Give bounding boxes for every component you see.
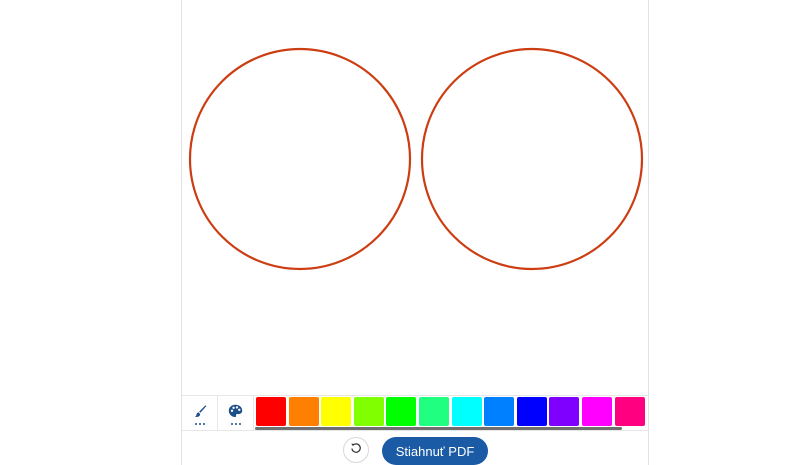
color-toolbar — [182, 395, 648, 431]
color-swatch[interactable] — [288, 397, 319, 426]
reset-button[interactable] — [343, 437, 369, 463]
right-circle[interactable] — [420, 47, 644, 271]
more-dots — [194, 423, 205, 425]
brush-tool-button[interactable] — [182, 396, 218, 430]
color-swatch[interactable] — [581, 397, 612, 426]
canvas-svg[interactable] — [182, 0, 648, 395]
color-swatch[interactable] — [614, 397, 645, 426]
color-swatch[interactable] — [418, 397, 449, 426]
color-swatch[interactable] — [549, 397, 580, 426]
left-circle[interactable] — [188, 47, 412, 271]
color-swatch[interactable] — [516, 397, 547, 426]
reset-icon — [350, 441, 362, 459]
coloring-page: Stiahnuť PDF — [181, 0, 649, 465]
drawing-canvas[interactable] — [182, 0, 648, 395]
paintbrush-icon — [193, 404, 207, 423]
color-swatch[interactable] — [484, 397, 515, 426]
color-swatch[interactable] — [386, 397, 417, 426]
palette-icon — [228, 404, 243, 423]
color-swatch[interactable] — [321, 397, 352, 426]
color-swatch[interactable] — [256, 397, 286, 426]
color-swatch-list — [256, 397, 645, 427]
download-pdf-button[interactable]: Stiahnuť PDF — [382, 437, 488, 465]
more-dots — [230, 423, 241, 425]
swatch-scrollbar[interactable] — [255, 427, 622, 430]
color-swatch[interactable] — [451, 397, 482, 426]
palette-tool-button[interactable] — [218, 396, 254, 430]
color-swatch[interactable] — [353, 397, 384, 426]
action-bar: Stiahnuť PDF — [182, 431, 648, 465]
